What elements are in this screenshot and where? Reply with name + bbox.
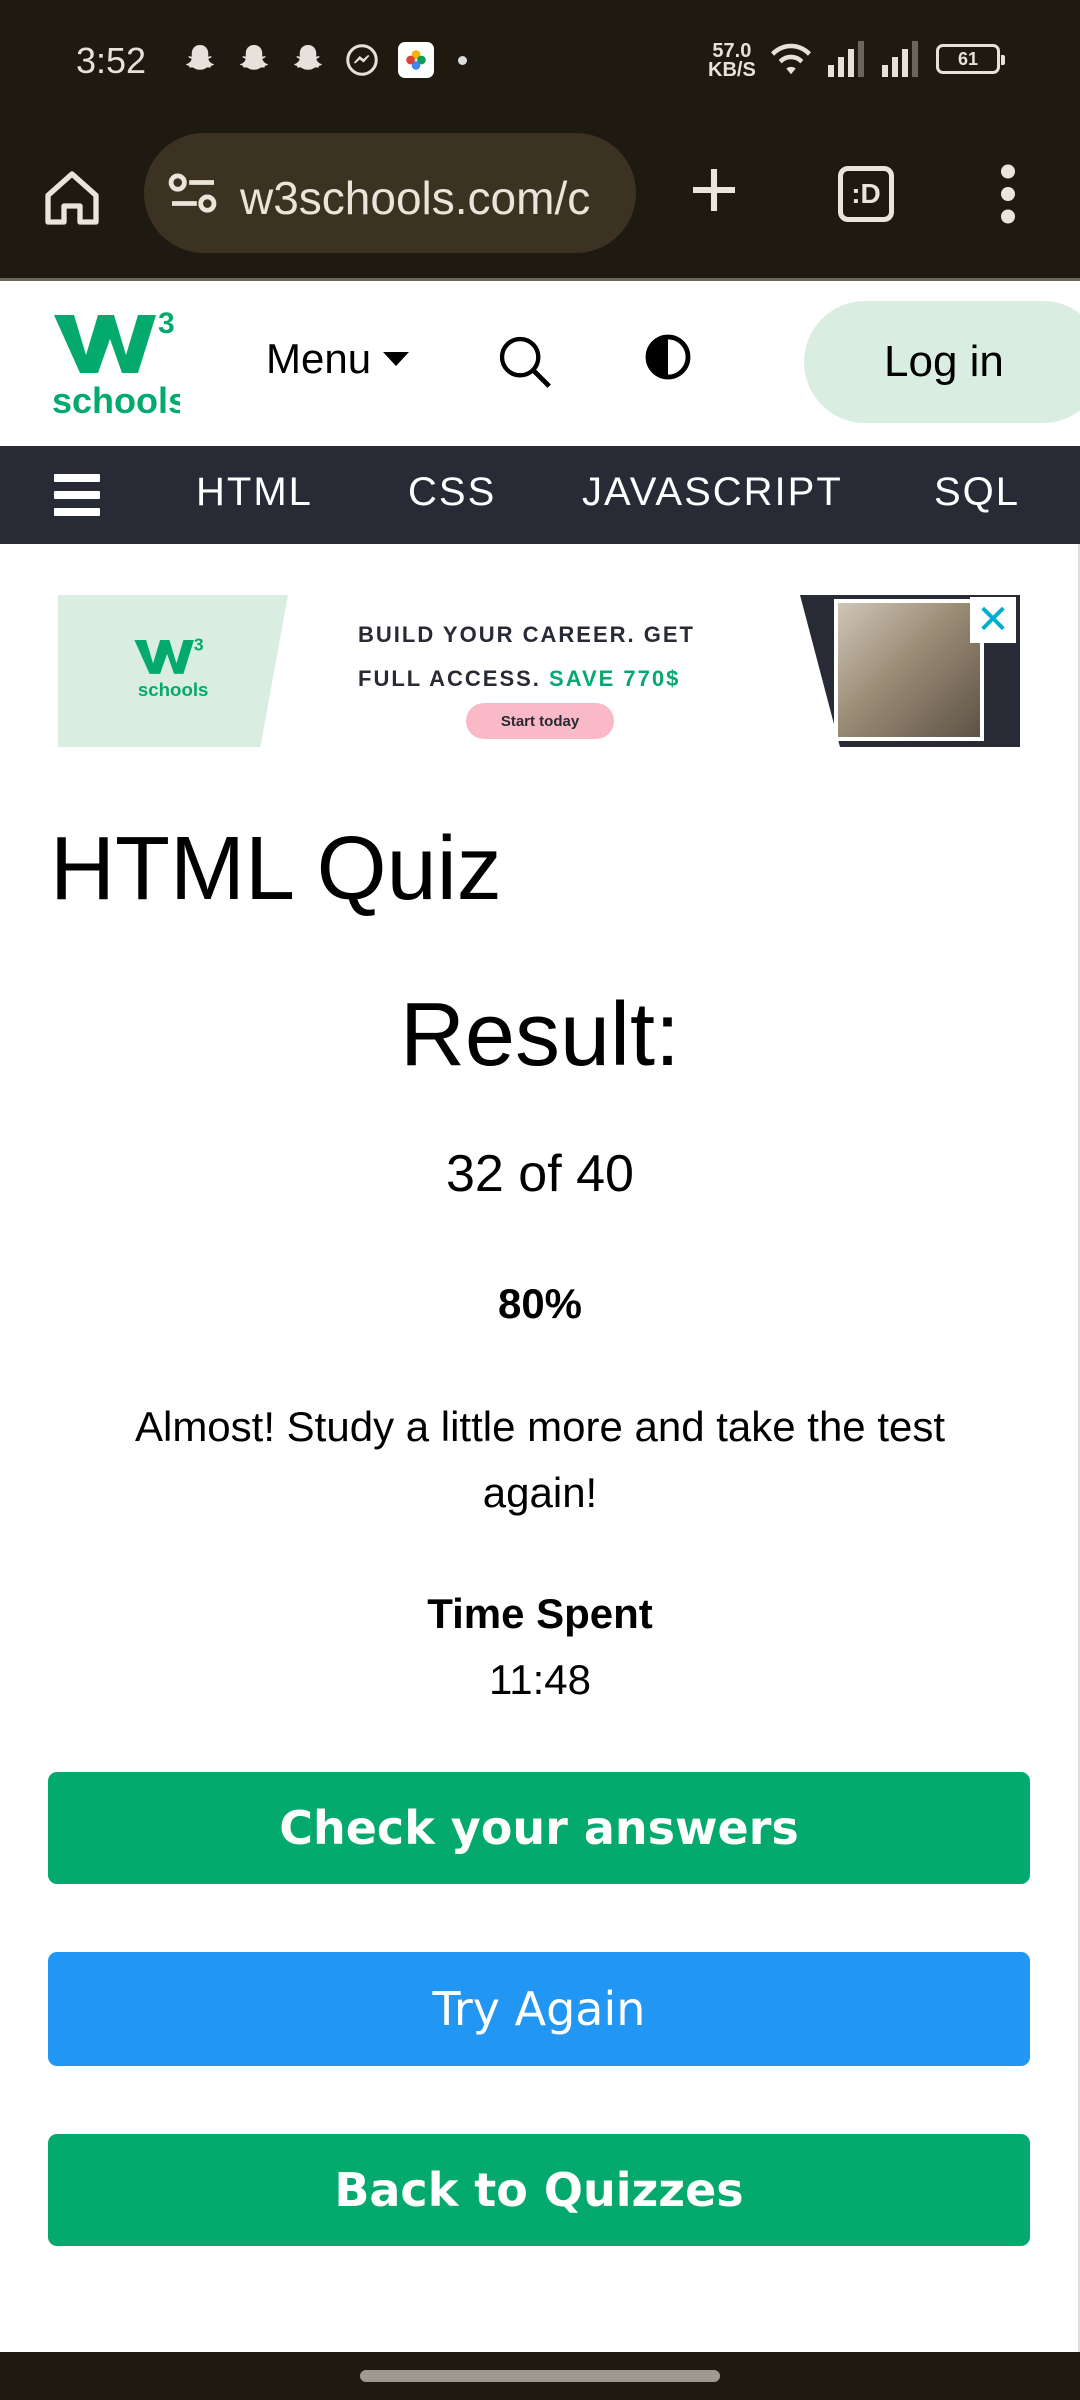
ad-save-text: SAVE 770$ [549, 666, 681, 691]
page-title: HTML Quiz [50, 819, 502, 919]
ad-line2: FULL ACCESS. SAVE 770$ [358, 657, 695, 701]
menu-button[interactable]: Menu [266, 335, 410, 383]
ad-logo-text: schools [138, 679, 209, 700]
ad-cta-button[interactable]: Start today [466, 703, 614, 739]
url-text[interactable]: w3schools.com/c [240, 171, 620, 225]
notification-icons [182, 42, 467, 78]
ad-w3schools-logo: 3 schools [134, 635, 209, 700]
ad-headline: BUILD YOUR CAREER. GET FULL ACCESS. SAVE… [358, 613, 695, 701]
navigation-gesture-area [0, 2352, 1080, 2400]
new-tab-icon[interactable] [686, 162, 742, 218]
login-button[interactable]: Log in [804, 301, 1080, 423]
wifi-icon [771, 43, 811, 75]
search-icon[interactable] [496, 333, 554, 391]
snapchat-icon [294, 45, 322, 70]
w3schools-logo[interactable]: 3 schools [50, 303, 180, 423]
messenger-icon [346, 44, 378, 76]
status-right: 61 [768, 40, 1005, 78]
contrast-toggle-icon[interactable] [644, 333, 692, 381]
topic-nav: HTML CSS JAVASCRIPT SQL [0, 446, 1080, 544]
more-notifications-dot [458, 55, 467, 65]
caret-down-icon [383, 352, 410, 366]
nav-item-sql[interactable]: SQL [934, 470, 1020, 515]
photos-icon [398, 42, 434, 78]
site-info-icon[interactable] [168, 173, 218, 215]
try-again-button[interactable]: Try Again [48, 1952, 1030, 2066]
time-spent-label: Time Spent [427, 1590, 653, 1637]
snapchat-icon [186, 45, 214, 70]
network-speed-unit: KB/S [708, 59, 756, 81]
tab-switcher-icon[interactable]: :D [838, 166, 894, 222]
ad-line2-prefix: FULL ACCESS. [358, 666, 541, 691]
score-text: 32 of 40 [446, 1145, 634, 1203]
hamburger-menu-icon[interactable] [54, 474, 100, 516]
network-speed: 57.0 KB/S [708, 41, 756, 81]
result-message: Almost! Study a little more and take the… [134, 1403, 946, 1516]
home-icon[interactable] [40, 166, 104, 230]
address-bar[interactable]: w3schools.com/c [144, 133, 636, 253]
ad-banner[interactable]: 3 schools BUILD YOUR CAREER. GET FULL AC… [58, 595, 1020, 747]
battery-icon: 61 [936, 44, 1005, 74]
gesture-handle[interactable] [360, 2370, 720, 2382]
logo-text: schools [52, 380, 180, 421]
time-spent-value: 11:48 [489, 1656, 591, 1703]
more-icon[interactable] [990, 164, 1026, 224]
check-answers-button[interactable]: Check your answers [48, 1772, 1030, 1884]
ad-line1: BUILD YOUR CAREER. GET [358, 622, 695, 647]
site-header: 3 schools Menu Log in [0, 281, 1080, 446]
status-bar: 3:52 57.0 KB/S 61 [0, 0, 1080, 124]
menu-label: Menu [266, 335, 372, 382]
result-heading: Result: [399, 985, 681, 1085]
nav-item-css[interactable]: CSS [408, 470, 496, 515]
ad-photo [834, 599, 984, 741]
nav-item-html[interactable]: HTML [196, 470, 313, 515]
score-percent: 80% [497, 1280, 583, 1327]
nav-item-javascript[interactable]: JAVASCRIPT [582, 470, 843, 515]
signal-icon [828, 41, 864, 77]
back-to-quizzes-button[interactable]: Back to Quizzes [48, 2134, 1030, 2246]
snapchat-icon [240, 45, 268, 70]
signal-icon [882, 41, 918, 77]
logo-superscript: 3 [158, 307, 175, 340]
ad-logo-superscript: 3 [194, 635, 204, 655]
ad-close-icon[interactable]: ✕ [970, 597, 1016, 643]
browser-toolbar: w3schools.com/c :D [0, 124, 1080, 278]
status-time: 3:52 [76, 40, 147, 81]
